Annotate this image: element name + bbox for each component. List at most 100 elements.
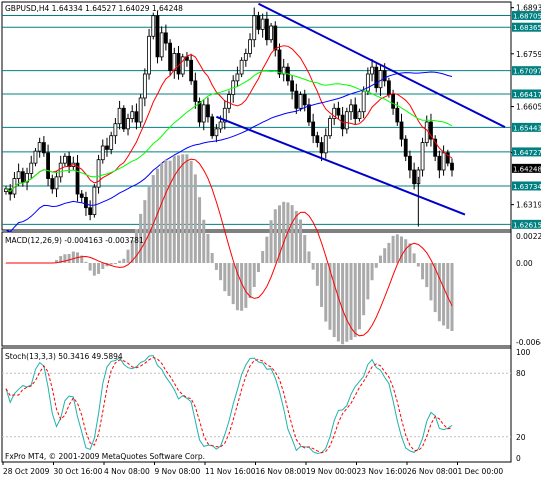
macd-bar: [256, 263, 260, 273]
candle[interactable]: [159, 32, 164, 58]
candle[interactable]: [298, 94, 303, 109]
candle[interactable]: [201, 104, 206, 123]
candle[interactable]: [382, 70, 387, 82]
candle[interactable]: [248, 39, 252, 54]
macd-bar: [143, 200, 147, 264]
candle[interactable]: [218, 121, 223, 130]
candle[interactable]: [252, 15, 257, 41]
candle[interactable]: [151, 15, 156, 37]
candle[interactable]: [328, 118, 332, 137]
time-axis-label: 4 Nov 08:00: [104, 467, 150, 476]
candle[interactable]: [344, 111, 349, 130]
candle[interactable]: [96, 159, 101, 188]
candle[interactable]: [54, 176, 59, 190]
candle[interactable]: [370, 66, 374, 75]
candle[interactable]: [437, 155, 442, 171]
macd-bar: [315, 263, 319, 286]
candle[interactable]: [353, 104, 358, 119]
candle[interactable]: [29, 162, 34, 174]
macd-bar: [374, 263, 378, 268]
candle[interactable]: [386, 80, 391, 95]
candle[interactable]: [41, 142, 46, 154]
candle[interactable]: [260, 18, 265, 30]
candle[interactable]: [374, 66, 379, 89]
candle[interactable]: [67, 155, 72, 167]
macd-bar: [71, 251, 75, 264]
candle[interactable]: [75, 162, 80, 195]
stoch-axis-label: 80: [516, 369, 526, 378]
candle[interactable]: [63, 155, 67, 164]
candle[interactable]: [319, 142, 324, 154]
candle[interactable]: [206, 104, 210, 118]
candle[interactable]: [235, 73, 240, 82]
candle[interactable]: [105, 145, 109, 150]
candle[interactable]: [92, 186, 97, 215]
candle[interactable]: [37, 142, 42, 152]
candle[interactable]: [109, 135, 114, 150]
candle[interactable]: [302, 94, 307, 106]
candle[interactable]: [412, 169, 417, 185]
candle[interactable]: [315, 135, 320, 143]
candle[interactable]: [294, 90, 299, 109]
candle[interactable]: [424, 121, 429, 143]
mt4-chart-window[interactable]: 1.689351.675901.660501.647101.631901.687…: [0, 0, 541, 480]
candle[interactable]: [450, 162, 454, 171]
candle[interactable]: [357, 111, 362, 119]
candle[interactable]: [361, 90, 366, 113]
candle[interactable]: [20, 171, 25, 183]
candle[interactable]: [311, 121, 316, 137]
macd-bar: [357, 263, 361, 330]
candle[interactable]: [273, 25, 278, 51]
candle[interactable]: [121, 107, 126, 130]
candle[interactable]: [269, 25, 273, 41]
candle[interactable]: [100, 145, 105, 161]
candle[interactable]: [126, 118, 130, 130]
candle[interactable]: [307, 104, 311, 123]
candle[interactable]: [256, 15, 261, 30]
candle[interactable]: [134, 111, 139, 123]
candle[interactable]: [323, 135, 328, 154]
candle[interactable]: [168, 42, 172, 71]
candle[interactable]: [441, 152, 446, 171]
candle[interactable]: [290, 80, 295, 92]
candle[interactable]: [176, 53, 181, 75]
candle[interactable]: [210, 116, 215, 137]
candle[interactable]: [193, 80, 198, 102]
candle[interactable]: [58, 162, 63, 178]
candle[interactable]: [395, 107, 400, 123]
candle[interactable]: [33, 150, 38, 164]
candle[interactable]: [227, 94, 231, 109]
candle[interactable]: [243, 53, 248, 61]
candle[interactable]: [349, 104, 353, 113]
candle[interactable]: [336, 107, 341, 116]
candle[interactable]: [147, 35, 151, 75]
candle[interactable]: [264, 18, 269, 41]
candle[interactable]: [277, 49, 282, 75]
candle[interactable]: [50, 178, 55, 190]
price-pane[interactable]: [1, 1, 512, 231]
candle[interactable]: [79, 193, 84, 198]
candle[interactable]: [408, 155, 412, 171]
candle[interactable]: [197, 101, 202, 123]
candle[interactable]: [189, 59, 194, 82]
candle[interactable]: [138, 97, 143, 123]
candle[interactable]: [117, 107, 122, 125]
candle[interactable]: [378, 70, 383, 89]
candle[interactable]: [391, 94, 395, 109]
candle[interactable]: [163, 32, 168, 44]
macd-bar: [151, 175, 155, 264]
candle[interactable]: [214, 128, 219, 137]
candle[interactable]: [239, 59, 244, 75]
candle[interactable]: [16, 171, 21, 179]
chart-canvas[interactable]: 1.689351.675901.660501.647101.631901.687…: [0, 0, 541, 480]
candle[interactable]: [420, 142, 425, 171]
candle[interactable]: [403, 138, 408, 157]
candle[interactable]: [84, 197, 88, 209]
candle[interactable]: [399, 121, 404, 140]
candle[interactable]: [113, 123, 118, 137]
candle[interactable]: [88, 207, 93, 215]
candle[interactable]: [130, 111, 135, 119]
candle[interactable]: [46, 152, 50, 179]
candle[interactable]: [142, 73, 147, 99]
candle[interactable]: [155, 15, 160, 58]
